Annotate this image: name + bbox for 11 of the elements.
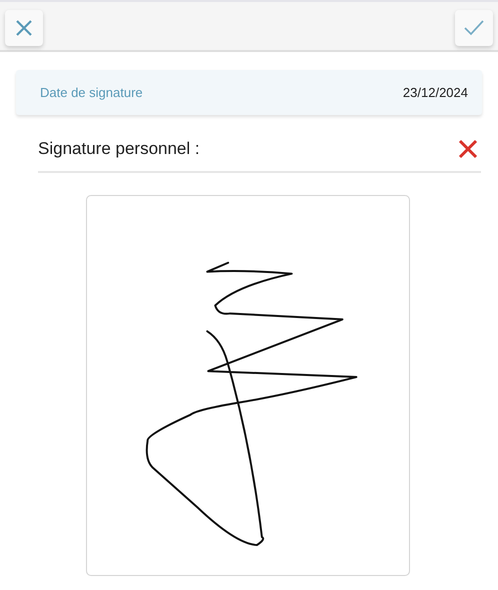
signature-label: Signature personnel : (38, 139, 200, 159)
close-icon (15, 19, 33, 37)
checkmark-icon (464, 19, 484, 37)
close-button[interactable] (5, 10, 43, 46)
signature-pad[interactable] (86, 195, 410, 576)
confirm-button[interactable] (455, 10, 493, 46)
date-value: 23/12/2024 (402, 85, 468, 100)
date-label: Date de signature (40, 85, 143, 100)
clear-signature-button[interactable] (457, 138, 479, 160)
date-field[interactable]: Date de signature 23/12/2024 (16, 70, 482, 115)
close-icon (458, 139, 478, 159)
